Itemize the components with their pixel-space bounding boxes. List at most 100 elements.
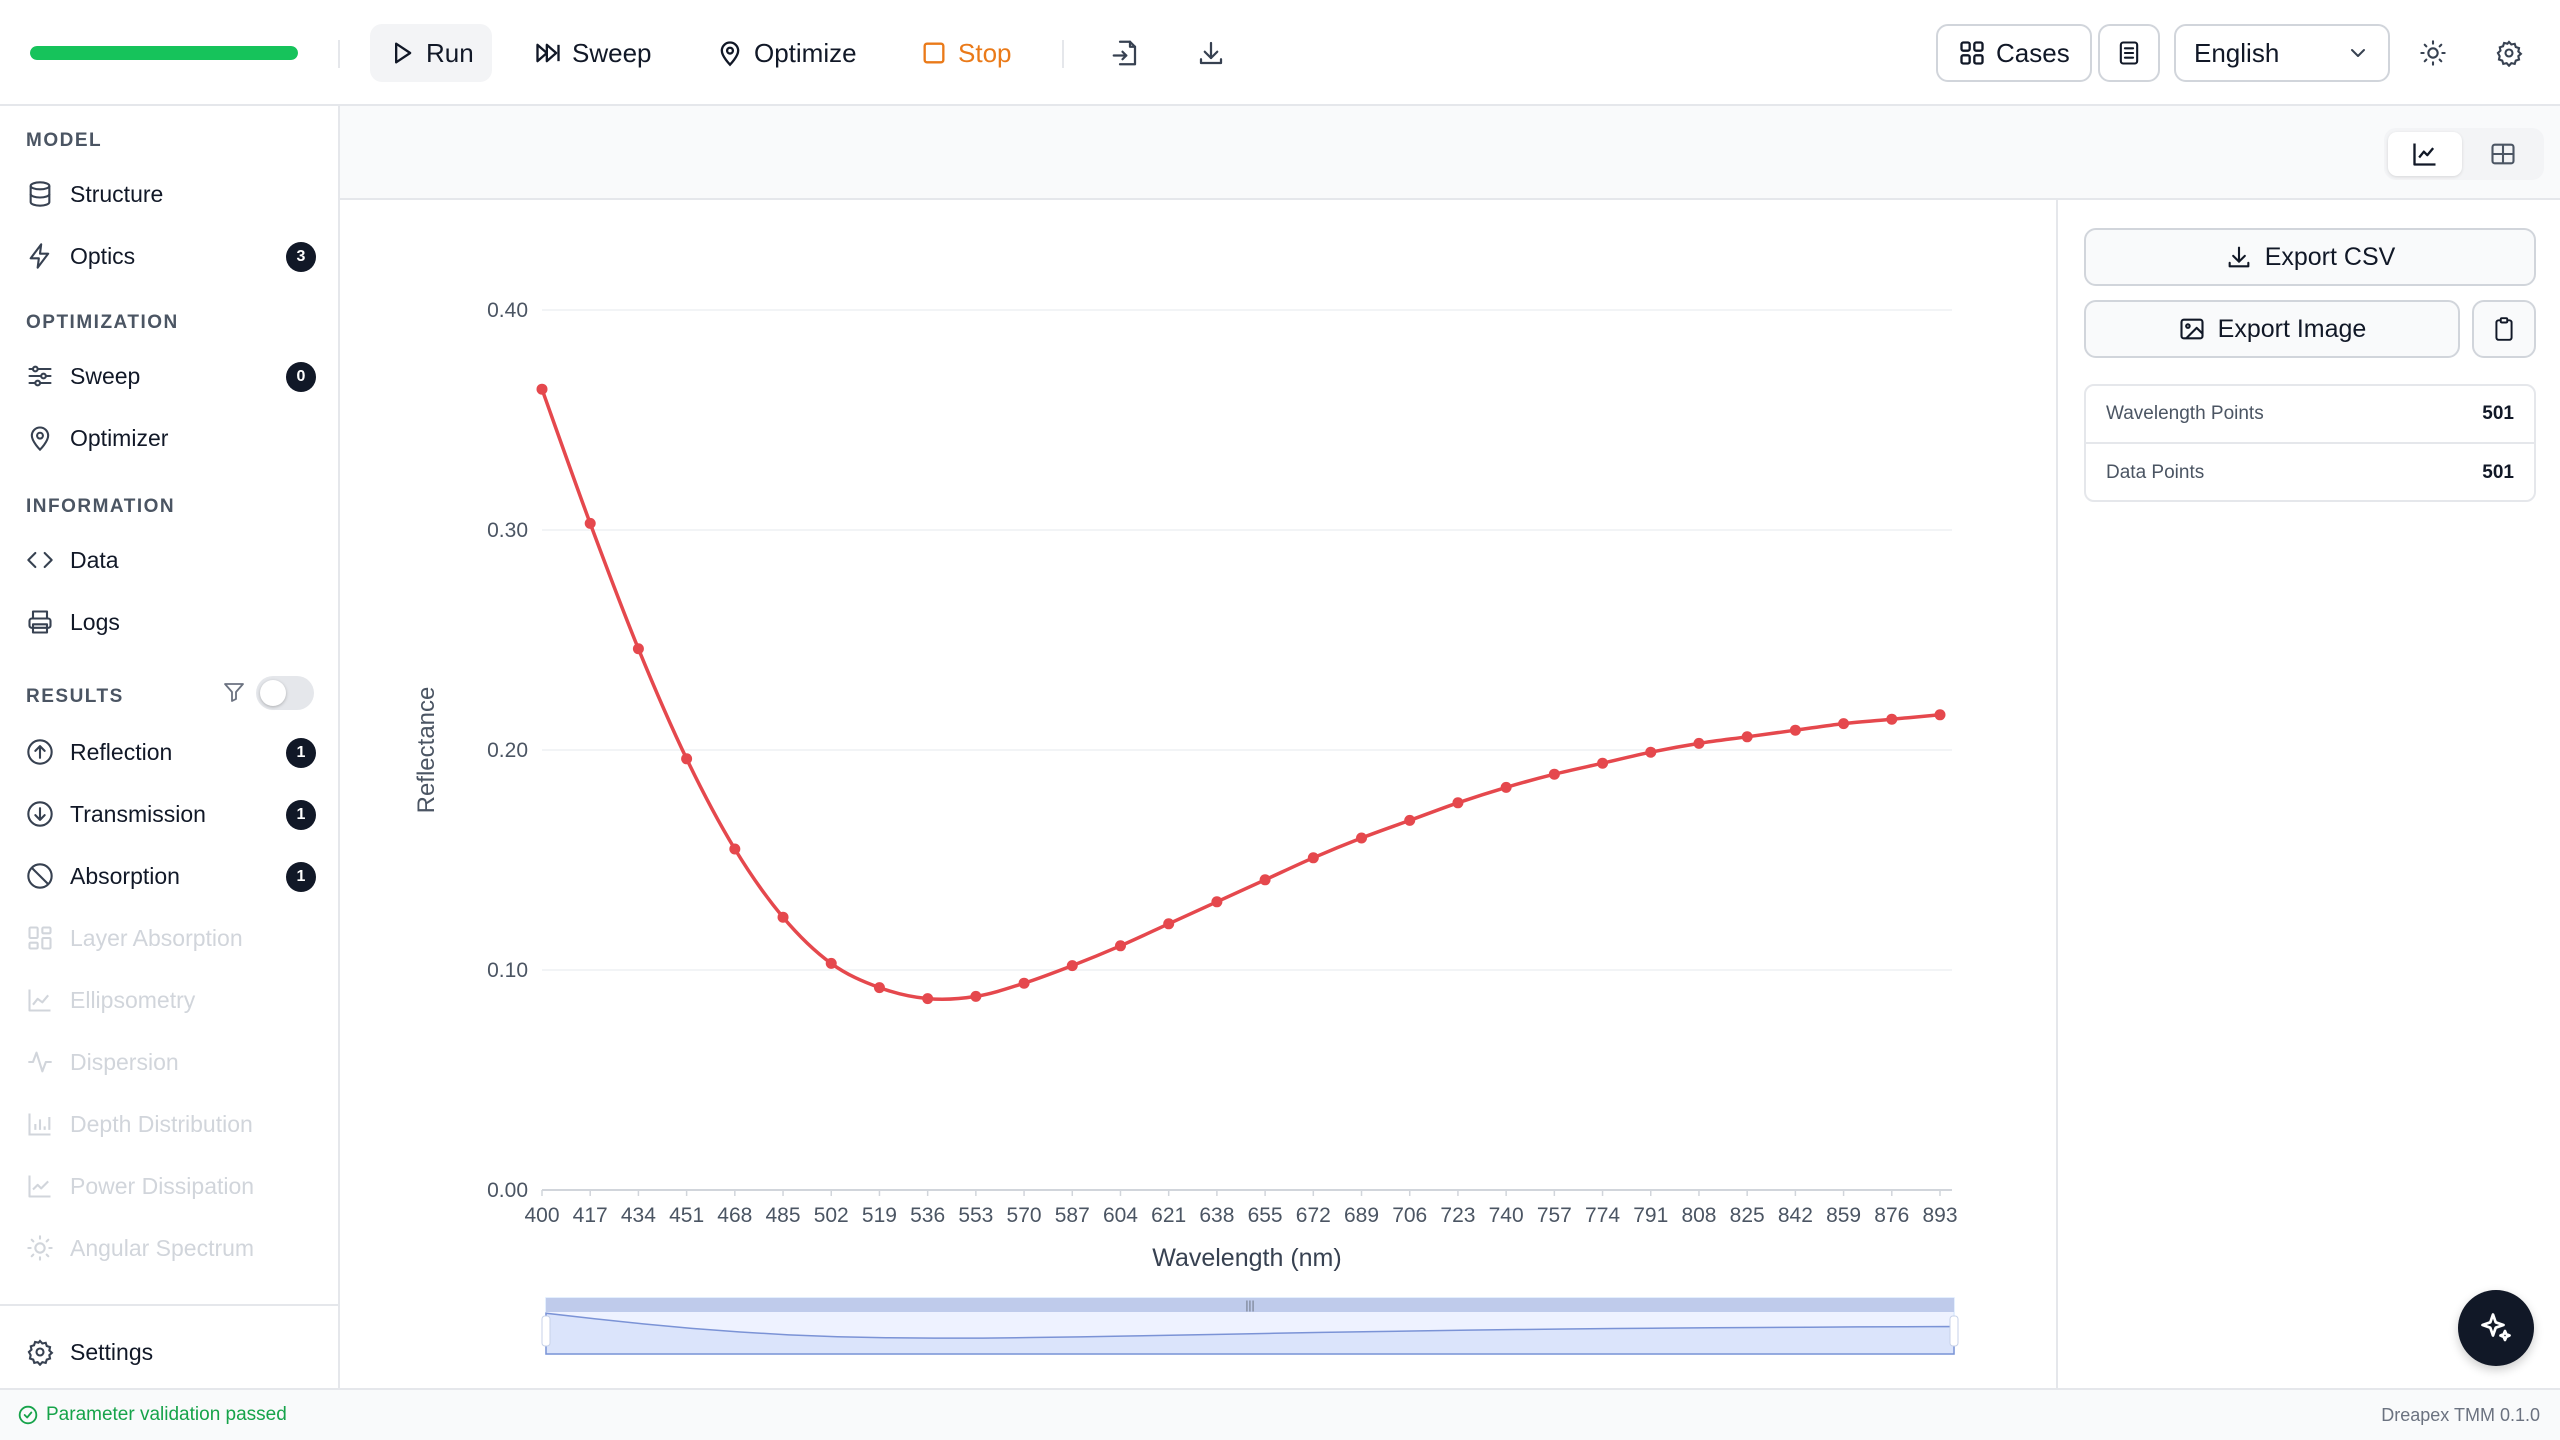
data-zoom-slider[interactable]: |||	[541, 1297, 1959, 1355]
x-tick-label: 553	[958, 1204, 993, 1227]
toggle-knob	[260, 680, 286, 706]
data-point[interactable]	[1886, 713, 1898, 725]
sidebar-item-label: Structure	[70, 180, 164, 207]
sidebar-item-logs[interactable]: Logs	[26, 598, 316, 646]
data-point[interactable]	[1838, 718, 1850, 730]
data-point[interactable]	[970, 990, 982, 1002]
data-point[interactable]	[1645, 746, 1657, 758]
results-filter-toggle[interactable]	[256, 676, 314, 710]
grid-icon	[1960, 41, 1984, 65]
data-point[interactable]	[1018, 977, 1030, 989]
optimize-button[interactable]: Optimize	[698, 24, 875, 82]
x-tick-label: 689	[1344, 1204, 1379, 1227]
reflectance-chart[interactable]: 0.00 0.10 0.20 0.30 0.40 400 417 434 451 468 485 50…	[340, 200, 2056, 1388]
data-point[interactable]	[1211, 896, 1223, 908]
data-point[interactable]	[777, 911, 789, 923]
data-point[interactable]	[681, 753, 693, 765]
download-button[interactable]	[1186, 28, 1236, 78]
data-point[interactable]	[1741, 731, 1753, 743]
section-title-results: RESULTS	[26, 686, 124, 707]
data-point[interactable]	[1452, 797, 1464, 809]
data-point[interactable]	[1404, 814, 1416, 826]
y-tick-label: 0.40	[487, 299, 528, 322]
zoom-left-handle[interactable]	[541, 1315, 551, 1347]
sweep-button[interactable]: Sweep	[516, 24, 670, 82]
sidebar-item-sweep[interactable]: Sweep 0	[26, 352, 316, 400]
status-bar: Parameter validation passed Dreapex TMM …	[0, 1388, 2560, 1440]
data-point[interactable]	[536, 383, 548, 395]
settings-button[interactable]	[2484, 28, 2534, 78]
data-point[interactable]	[584, 517, 596, 529]
image-icon	[2180, 318, 2204, 340]
ai-assistant-button[interactable]	[2458, 1290, 2534, 1366]
data-point[interactable]	[873, 982, 885, 994]
data-point[interactable]	[632, 643, 644, 655]
copy-to-clipboard-button[interactable]	[2472, 300, 2536, 358]
reflectance-series-line	[540, 388, 1941, 1001]
sidebar-item-absorption[interactable]: Absorption 1	[26, 852, 316, 900]
sidebar-item-transmission[interactable]: Transmission 1	[26, 790, 316, 838]
export-csv-button[interactable]: Export CSV	[2084, 228, 2536, 286]
filter-icon[interactable]	[222, 680, 246, 704]
x-tick-label: 808	[1681, 1204, 1716, 1227]
sidebar-item-structure[interactable]: Structure	[26, 170, 316, 218]
language-select[interactable]: English	[2174, 24, 2390, 82]
download-icon	[2228, 246, 2250, 268]
notes-button[interactable]	[2098, 24, 2160, 82]
sidebar-item-label: Depth Distribution	[70, 1110, 253, 1137]
data-point[interactable]	[1548, 768, 1560, 780]
sun-icon	[2420, 40, 2446, 66]
x-axis-label: Wavelength (nm)	[1152, 1244, 1341, 1272]
sidebar-item-depth-distribution: Depth Distribution	[26, 1100, 316, 1148]
data-point[interactable]	[922, 993, 934, 1005]
section-title-information: INFORMATION	[26, 496, 176, 517]
stop-label: Stop	[958, 37, 1012, 68]
data-point[interactable]	[1934, 709, 1946, 721]
x-tick-label: 842	[1778, 1204, 1813, 1227]
app-version: Dreapex TMM 0.1.0	[2381, 1405, 2540, 1425]
stop-button[interactable]: Stop	[902, 24, 1030, 82]
data-stats: Wavelength Points 501 Data Points 501	[2084, 384, 2536, 502]
table-view-button[interactable]	[2466, 132, 2540, 176]
sidebar: MODEL Structure Optics 3 OPTIMIZATION Sw…	[0, 106, 340, 1388]
data-point[interactable]	[1163, 918, 1175, 930]
zoom-grip-icon: |||	[1245, 1298, 1254, 1312]
sidebar-item-data[interactable]: Data	[26, 536, 316, 584]
x-tick-label: 621	[1151, 1204, 1186, 1227]
cases-button[interactable]: Cases	[1936, 24, 2092, 82]
data-point[interactable]	[1789, 724, 1801, 736]
sidebar-item-reflection[interactable]: Reflection 1	[26, 728, 316, 776]
x-tick-label: 723	[1440, 1204, 1475, 1227]
sidebar-item-settings[interactable]: Settings	[26, 1328, 316, 1376]
import-button[interactable]	[1100, 28, 1150, 78]
data-point[interactable]	[729, 843, 741, 855]
theme-toggle-button[interactable]	[2408, 28, 2458, 78]
sidebar-item-optics[interactable]: Optics 3	[26, 232, 316, 280]
ban-icon	[27, 863, 53, 889]
code-icon	[27, 551, 53, 569]
data-point[interactable]	[1307, 852, 1319, 864]
x-tick-label: 638	[1199, 1204, 1234, 1227]
sidebar-item-label: Optics	[70, 242, 136, 269]
data-point[interactable]	[1693, 737, 1705, 749]
x-tick-label: 434	[621, 1204, 656, 1227]
run-button[interactable]: Run	[370, 24, 492, 82]
sidebar-item-optimizer[interactable]: Optimizer	[26, 414, 316, 462]
data-point[interactable]	[1500, 781, 1512, 793]
toolbar-divider	[338, 40, 340, 68]
chart-view-button[interactable]	[2388, 132, 2462, 176]
zoom-right-handle[interactable]	[1949, 1315, 1959, 1347]
sidebar-item-label: Reflection	[70, 738, 173, 765]
data-point[interactable]	[1597, 757, 1609, 769]
sidebar-divider	[0, 1304, 338, 1306]
data-point[interactable]	[825, 957, 837, 969]
data-point[interactable]	[1114, 940, 1126, 952]
export-image-button[interactable]: Export Image	[2084, 300, 2460, 358]
data-point[interactable]	[1356, 832, 1368, 844]
data-point[interactable]	[1066, 960, 1078, 972]
sliders-icon	[28, 365, 52, 387]
x-tick-label: 672	[1296, 1204, 1331, 1227]
data-point[interactable]	[1259, 874, 1271, 886]
sidebar-item-label: Optimizer	[70, 424, 169, 451]
x-tick-label: 757	[1537, 1204, 1572, 1227]
